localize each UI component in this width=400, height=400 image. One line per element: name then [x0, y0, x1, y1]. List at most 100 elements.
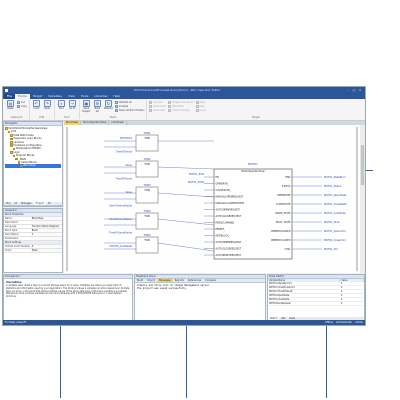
- disconnect-button[interactable]: Disconnect: [149, 105, 166, 108]
- grid-dot: [347, 184, 349, 186]
- tree-node[interactable]: BlockView: [5, 164, 61, 168]
- feedback-tab-import[interactable]: Import: [145, 279, 157, 282]
- output-variable-label[interactable]: MOT01_CloseState: [324, 203, 347, 206]
- feedback-tab-references[interactable]: References: [186, 279, 203, 282]
- input-variable-label[interactable]: CloseTimeoutValue: [109, 218, 132, 221]
- grid-dot: [315, 152, 317, 154]
- output-variable-label[interactable]: MOT01_Ctrl: [324, 248, 338, 251]
- feedback-tab-compare[interactable]: Compare: [203, 279, 218, 282]
- button-label: Disconnect: [153, 105, 167, 108]
- output-variable-label[interactable]: MOT01_AutoMode: [324, 212, 346, 215]
- property-row[interactable]: Language Function Block Diagram: [4, 224, 62, 229]
- stop-button[interactable]: Stop: [195, 105, 206, 108]
- redo-button[interactable]: ↷ Redo: [43, 100, 52, 111]
- output-variable-label[interactable]: MOT01_OpenState: [324, 194, 347, 197]
- output-variable-label[interactable]: MOT01_StateError: [324, 176, 346, 179]
- build-all-button[interactable]: ⚙ Build All: [93, 100, 102, 113]
- folder-icon: [10, 134, 13, 137]
- test-mode-button[interactable]: Test Mode: [168, 105, 193, 108]
- rung-variable-label[interactable]: MOT01_STOP: [188, 181, 205, 184]
- nav-tab-tk[interactable]: Tk: [46, 202, 53, 205]
- ribbon-tab-libraries[interactable]: Libraries: [91, 94, 110, 99]
- ribbon-tab-home[interactable]: Home: [15, 94, 30, 99]
- start-button[interactable]: Start: [195, 101, 206, 104]
- download-button[interactable]: Download: [149, 109, 166, 112]
- input-variable-label[interactable]: Value: [125, 164, 132, 167]
- feedback-tab-messages[interactable]: Messages: [156, 279, 173, 282]
- grid-dot: [355, 256, 357, 258]
- property-row[interactable]: Inline False: [4, 248, 62, 253]
- online-change-button[interactable]: Online Change: [168, 109, 193, 112]
- grid-dot: [131, 240, 133, 242]
- block-type: TON: [144, 162, 150, 166]
- copy-button[interactable]: Copy: [17, 105, 27, 108]
- input-variable-label[interactable]: TimeToTransit: [116, 178, 132, 181]
- ribbon-tab-tools[interactable]: Tools: [78, 94, 91, 99]
- grid-dot: [115, 144, 117, 146]
- ribbon-tab-variables[interactable]: Variables: [45, 94, 65, 99]
- block-input-pin: INTERLOCK_: [216, 235, 231, 238]
- grid-dot: [115, 208, 117, 210]
- property-value[interactable]: False: [30, 248, 62, 253]
- grid-dot: [339, 264, 341, 266]
- connect-button[interactable]: Connect: [149, 101, 166, 104]
- feedback-tab-reports[interactable]: Reports: [173, 279, 186, 282]
- scrollbar-thumb[interactable]: [360, 145, 365, 185]
- nav-tab-proj[interactable]: Proj: [4, 202, 12, 205]
- input-variable-label[interactable]: TimeToTransitValue: [109, 232, 132, 235]
- grid-dot: [139, 208, 141, 210]
- close-button[interactable]: ×: [357, 88, 363, 92]
- rung-variable-label[interactable]: MOT01_RUN: [189, 173, 204, 176]
- grid-dot: [99, 224, 101, 226]
- output-variable-label[interactable]: MOT01_Status: [324, 185, 342, 188]
- grid-dot: [195, 232, 197, 234]
- grid-dot: [123, 144, 125, 146]
- grid-dot: [355, 240, 357, 242]
- input-variable-label[interactable]: Value: [125, 191, 132, 194]
- folder-icon: [20, 164, 23, 168]
- programmer-mode-button[interactable]: Programmer Mode: [168, 101, 194, 104]
- grid-dot: [339, 144, 341, 146]
- validate-all-button[interactable]: Validate All: [114, 101, 145, 104]
- save-project-button[interactable]: ▣ Save Project: [82, 100, 91, 113]
- input-variable-label[interactable]: MOTOR01: [120, 137, 132, 140]
- find-button[interactable]: ⌕ Find: [57, 100, 66, 111]
- grid-dot: [307, 160, 309, 162]
- feedback-messages: Compile and Store unit no Change Managem…: [135, 283, 265, 291]
- function-block-diagram[interactable]: TON1TONTON2TONTON3TONTON4TONTON5TONMOTOR…: [64, 125, 365, 273]
- output-variable-label[interactable]: MOT01_OpenCmd: [324, 230, 346, 233]
- grid-dot: [187, 144, 189, 146]
- input-variable-label[interactable]: MOTOR_AutoReset: [110, 245, 132, 248]
- property-value[interactable]: Function Block Diagram: [30, 224, 62, 229]
- cut-button[interactable]: Cut: [17, 101, 27, 104]
- grid-dot: [139, 264, 141, 266]
- cycle-button[interactable]: Cycle: [195, 109, 206, 112]
- clean-all-build-folders-button[interactable]: Clean All Build Folders: [114, 109, 144, 112]
- ribbon-tab-help[interactable]: Help: [110, 94, 123, 99]
- output-variable-label[interactable]: MOT01_Fault: [324, 221, 339, 224]
- feedback-tab-build[interactable]: Build: [135, 279, 145, 282]
- compile-button[interactable]: Compile: [114, 105, 145, 108]
- grid-dot: [91, 144, 93, 146]
- ribbon-tab-file[interactable]: File: [4, 94, 16, 99]
- grid-dot: [83, 224, 85, 226]
- input-variable-label[interactable]: TimeToTransit: [116, 151, 132, 154]
- undo-button[interactable]: ↶ Undo: [32, 100, 41, 111]
- status-user: Administrator: [335, 321, 353, 324]
- grid-dot: [331, 128, 333, 130]
- input-variable-label[interactable]: OpenTimeoutValue: [109, 205, 132, 208]
- ld-editor-canvas[interactable]: TON1 TON TON2 TON TON3 TON TON4 TON TON5 TON MOTOR…: [64, 125, 365, 273]
- go-to-button[interactable]: → Go To: [68, 100, 77, 111]
- grid-dot: [355, 152, 357, 154]
- group-label: Clipboard: [10, 116, 23, 119]
- ribbon-tab-view[interactable]: View: [65, 94, 78, 99]
- output-variable-label[interactable]: MOT01_CloseCmd: [324, 239, 346, 242]
- datawatch-row[interactable]: MOT01.RunRequest 0: [268, 301, 364, 307]
- nav-tab-manager[interactable]: Manager: [19, 202, 33, 205]
- rebuild-button[interactable]: ↻ Rebuild: [104, 100, 113, 111]
- nav-tab-ut[interactable]: Ut: [12, 202, 19, 205]
- nav-tab-project[interactable]: Project: [33, 202, 46, 205]
- paste-button[interactable]: ▤ Paste: [6, 100, 15, 111]
- window-title: PCS7AdvancedProcessLibraryDemo - PAC Ope…: [134, 88, 221, 92]
- ribbon-tab-target[interactable]: Target: [30, 94, 45, 99]
